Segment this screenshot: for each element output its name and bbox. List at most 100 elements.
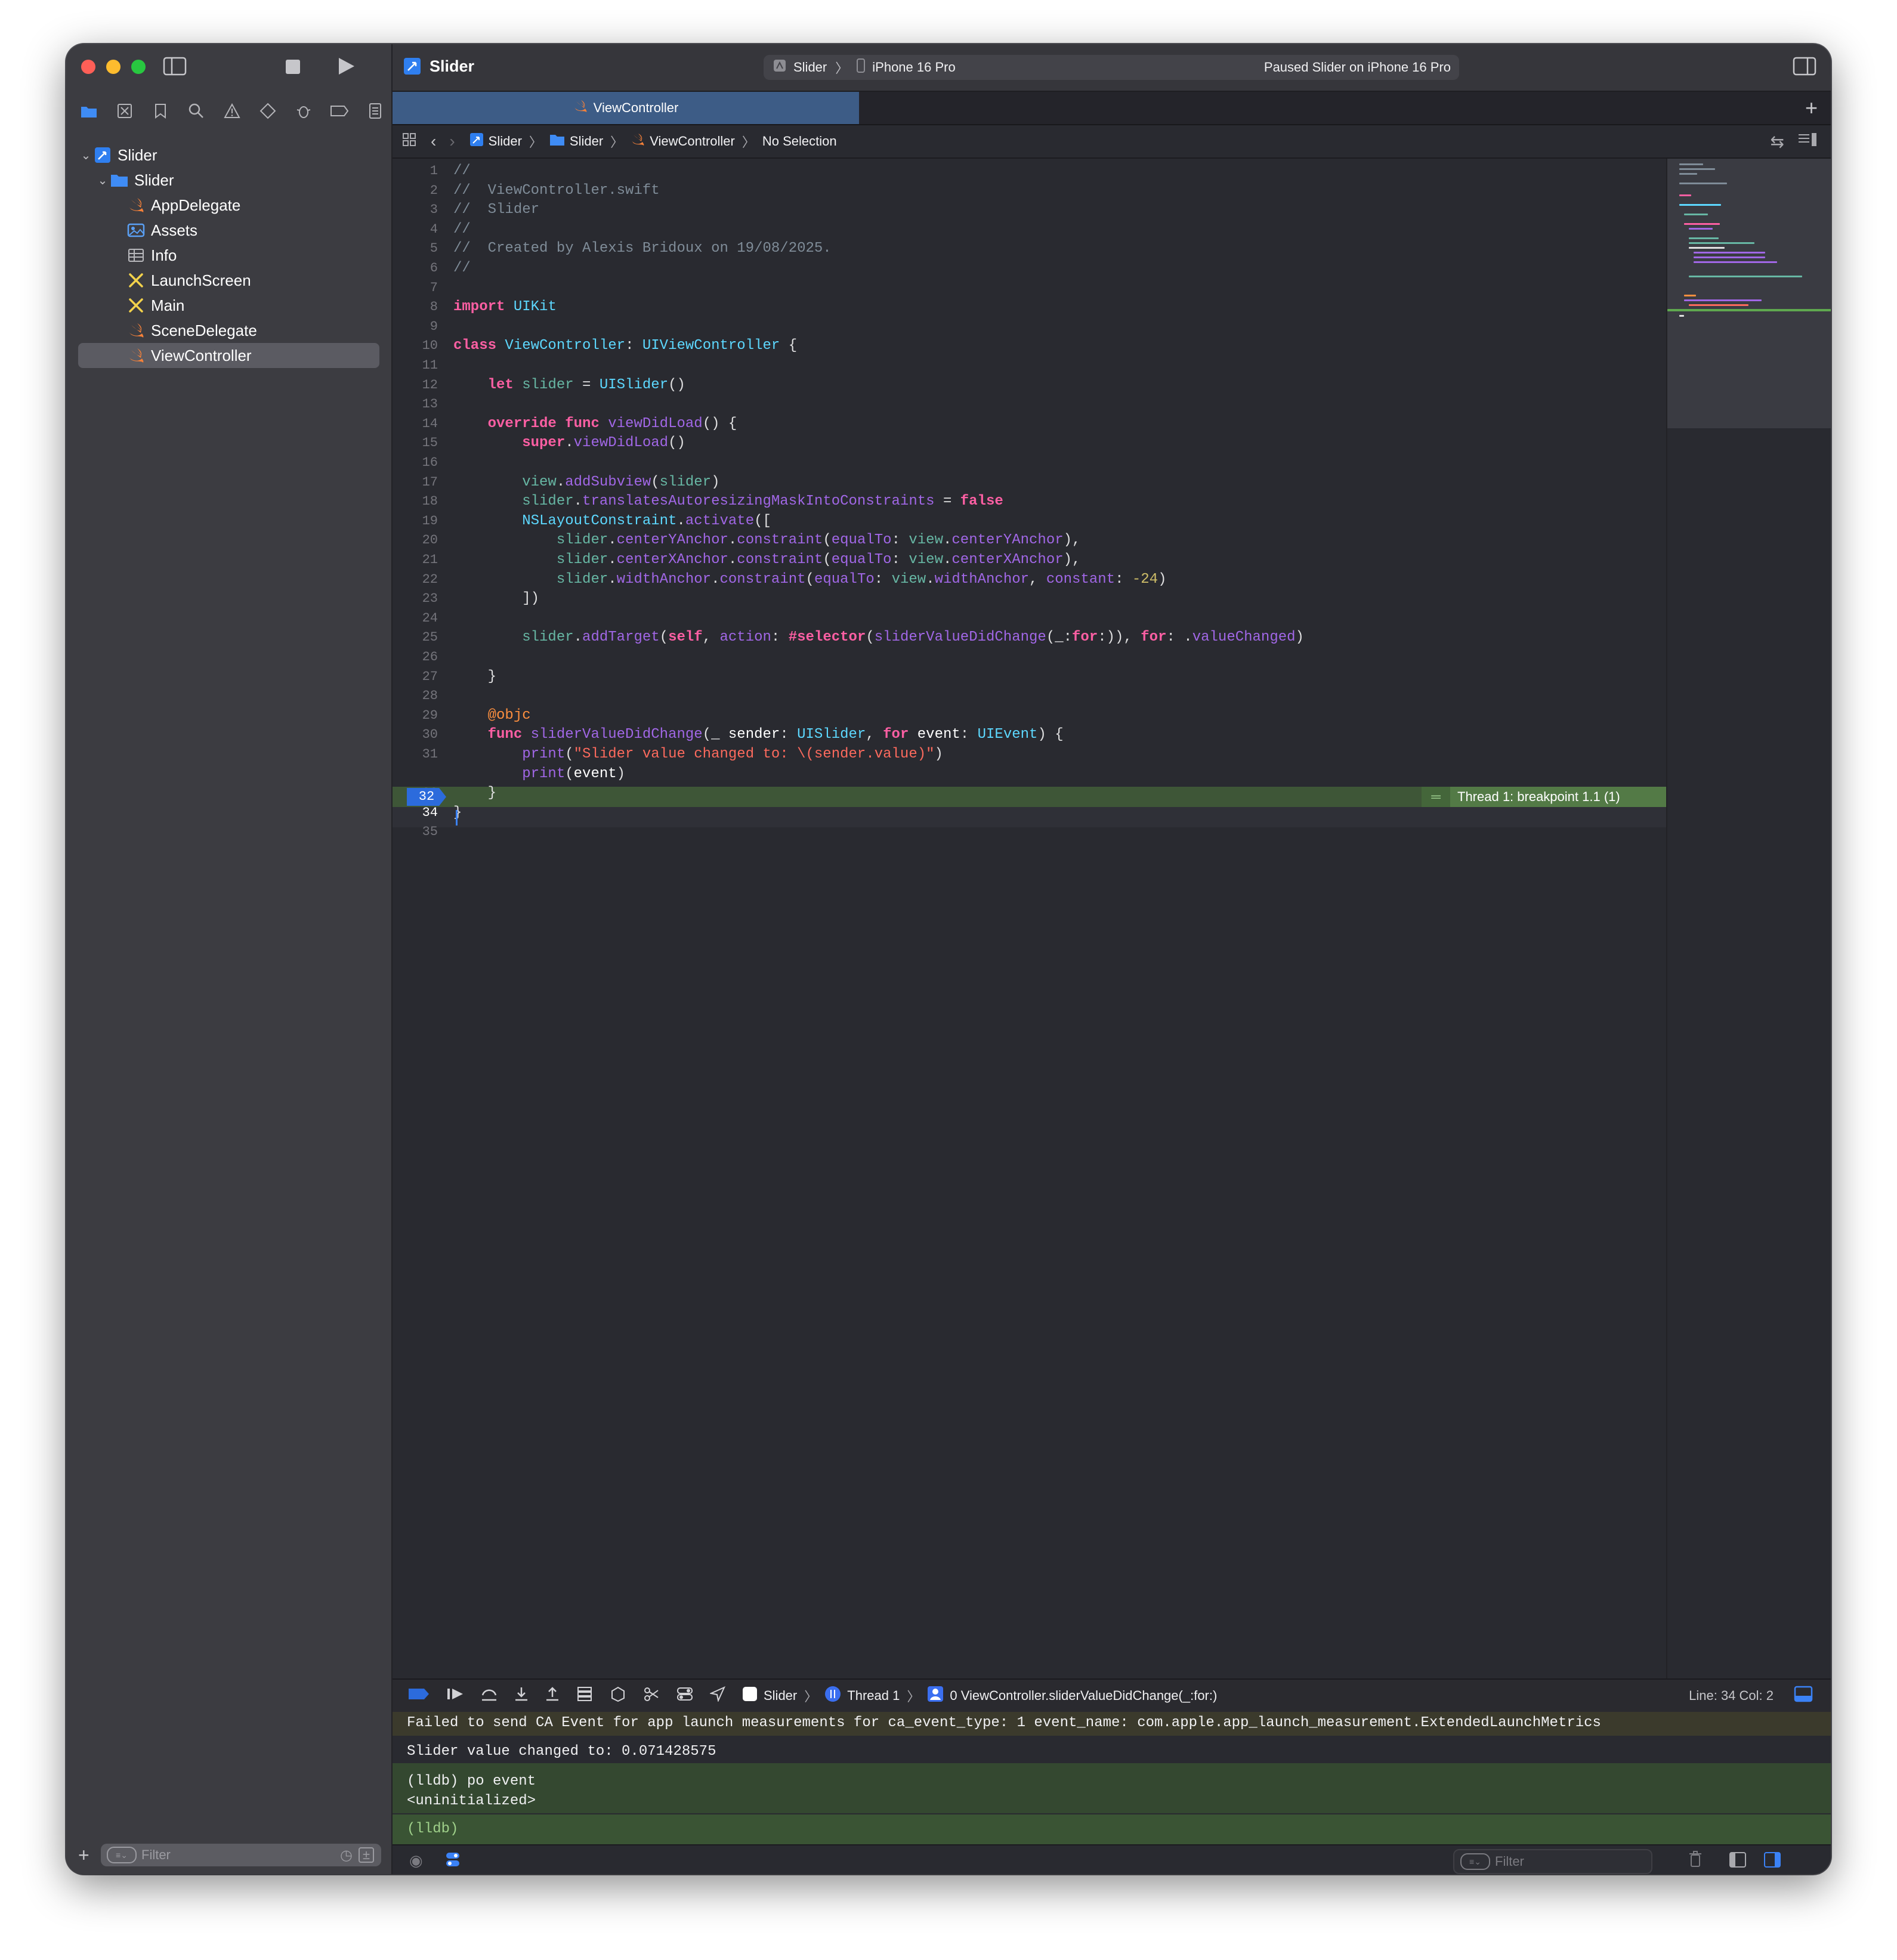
line-number[interactable]: 9 xyxy=(393,317,438,337)
location-arrow-icon[interactable] xyxy=(709,1686,726,1706)
code-line[interactable]: } xyxy=(453,667,496,687)
zoom-window-button[interactable] xyxy=(131,60,146,74)
variables-pane-toggle-icon[interactable] xyxy=(1729,1851,1747,1871)
filter-options-icon[interactable]: ≡⌄ xyxy=(1460,1853,1490,1870)
breakpoint-badge[interactable]: ═ Thread 1: breakpoint 1.1 (1) xyxy=(1422,787,1666,807)
line-number[interactable]: 18 xyxy=(393,491,438,512)
line-number[interactable]: 17 xyxy=(393,472,438,493)
line-number[interactable]: 31 xyxy=(393,744,438,765)
debug-target-label[interactable]: Slider xyxy=(764,1688,797,1704)
code-line[interactable]: // xyxy=(453,258,471,279)
code-line[interactable]: // Created by Alexis Bridoux on 19/08/20… xyxy=(453,239,832,259)
trash-icon[interactable] xyxy=(1688,1850,1703,1871)
stop-icon[interactable] xyxy=(285,58,301,78)
back-icon[interactable]: ‹ xyxy=(431,132,436,151)
line-number[interactable]: 14 xyxy=(393,414,438,434)
tree-item-launchscreen[interactable]: LaunchScreen xyxy=(78,268,379,293)
test-navigator-icon[interactable] xyxy=(256,99,280,123)
debug-frame-label[interactable]: 0 ViewController.sliderValueDidChange(_:… xyxy=(950,1688,1217,1704)
tree-item-viewcontroller[interactable]: ViewController xyxy=(78,343,379,368)
source-editor[interactable]: 1 2 3 4 5 6 7 8 9 10 11 12 13 14 15 16 17 18 19 20 21 22 23 24 2… xyxy=(393,159,1666,1678)
line-number[interactable]: 23 xyxy=(393,589,438,609)
chevron-down-icon[interactable]: ⌄ xyxy=(78,148,94,163)
tab-viewcontroller[interactable]: ViewController xyxy=(393,92,859,124)
line-number[interactable]: 13 xyxy=(393,394,438,415)
code-line[interactable]: // Slider xyxy=(453,200,539,220)
line-number[interactable]: 25 xyxy=(393,627,438,648)
code-line[interactable]: slider.translatesAutoresizingMaskIntoCon… xyxy=(453,491,1003,512)
code-line[interactable]: super.viewDidLoad() xyxy=(453,433,685,453)
code-line[interactable]: class ViewController: UIViewController { xyxy=(453,336,797,356)
recent-files-icon[interactable]: ◷ xyxy=(340,1847,353,1864)
navigator-filter-input[interactable]: ≡⌄ Filter ◷ ± xyxy=(101,1844,381,1866)
view-hierarchy-icon[interactable] xyxy=(576,1686,593,1706)
breadcrumb-symbol[interactable]: No Selection xyxy=(762,134,837,149)
scheme-target-label[interactable]: Slider xyxy=(793,60,827,75)
line-number[interactable]: 11 xyxy=(393,355,438,376)
breakpoint-navigator-icon[interactable] xyxy=(328,99,351,123)
debug-console[interactable]: Failed to send CA Event for app launch m… xyxy=(393,1712,1831,1844)
tree-item-info[interactable]: Info xyxy=(78,243,379,268)
line-number[interactable]: 30 xyxy=(393,725,438,745)
report-navigator-icon[interactable] xyxy=(363,99,387,123)
code-line[interactable]: // ViewController.swift xyxy=(453,181,660,201)
debug-thread-label[interactable]: Thread 1 xyxy=(847,1688,900,1704)
breadcrumb-group[interactable]: Slider xyxy=(570,134,603,149)
simulate-location-icon[interactable] xyxy=(676,1686,693,1706)
add-icon[interactable]: + xyxy=(78,1844,89,1866)
step-out-icon[interactable] xyxy=(545,1686,560,1706)
minimap[interactable] xyxy=(1666,159,1831,428)
continue-icon[interactable] xyxy=(446,1687,464,1705)
minimize-window-button[interactable] xyxy=(106,60,121,74)
find-navigator-icon[interactable] xyxy=(184,99,208,123)
compare-icon[interactable]: ⇆ xyxy=(1771,132,1784,152)
console-filter-input[interactable]: ≡⌄ Filter xyxy=(1453,1849,1652,1874)
step-into-icon[interactable] xyxy=(514,1686,529,1706)
line-number[interactable]: 29 xyxy=(393,706,438,726)
breakpoints-toggle-icon[interactable] xyxy=(408,1687,430,1704)
breadcrumb-project[interactable]: Slider xyxy=(489,134,522,149)
toggle-inspector-icon[interactable] xyxy=(1793,56,1816,79)
run-icon[interactable] xyxy=(336,56,356,79)
code-line[interactable]: let slider = UISlider() xyxy=(453,375,685,395)
code-line[interactable]: import UIKit xyxy=(453,297,557,317)
code-line[interactable]: } xyxy=(453,783,496,803)
code-line[interactable]: slider.centerXAnchor.constraint(equalTo:… xyxy=(453,550,1081,570)
tree-item-appdelegate[interactable]: AppDelegate xyxy=(78,193,379,218)
code-line[interactable]: print("Slider value changed to: \(sender… xyxy=(453,744,943,765)
project-navigator-icon[interactable] xyxy=(77,99,101,123)
close-window-button[interactable] xyxy=(81,60,95,74)
code-line[interactable]: slider.centerYAnchor.constraint(equalTo:… xyxy=(453,530,1081,551)
line-number[interactable]: 21 xyxy=(393,550,438,570)
code-line[interactable]: slider.widthAnchor.constraint(equalTo: v… xyxy=(453,570,1167,590)
toggle-debug-area-icon[interactable] xyxy=(1794,1686,1813,1706)
source-control-navigator-icon[interactable] xyxy=(113,99,137,123)
code-line[interactable]: ]) xyxy=(453,589,539,609)
variables-view-icon[interactable] xyxy=(445,1851,461,1871)
scheme-selector[interactable]: Slider 〉 iPhone 16 Pro Paused Slider on … xyxy=(764,55,1459,80)
code-line[interactable]: view.addSubview(slider) xyxy=(453,472,719,493)
code-line[interactable]: NSLayoutConstraint.activate([ xyxy=(453,511,771,531)
line-number[interactable]: 3 xyxy=(393,200,438,220)
line-number[interactable]: 20 xyxy=(393,530,438,551)
editor-options-icon[interactable] xyxy=(1797,132,1818,151)
filter-options-icon[interactable]: ≡⌄ xyxy=(107,1847,137,1863)
code-line[interactable]: override func viewDidLoad() { xyxy=(453,414,737,434)
issue-navigator-icon[interactable] xyxy=(220,99,244,123)
code-line[interactable]: print(event) xyxy=(453,764,625,784)
line-number[interactable]: 15 xyxy=(393,433,438,453)
line-number[interactable]: 24 xyxy=(393,608,438,629)
line-number[interactable]: 5 xyxy=(393,239,438,259)
line-number[interactable]: 10 xyxy=(393,336,438,356)
environment-overrides-icon[interactable] xyxy=(643,1686,660,1706)
code-line[interactable]: // xyxy=(453,161,471,181)
memory-graph-icon[interactable] xyxy=(610,1686,626,1706)
tree-item-main[interactable]: Main xyxy=(78,293,379,318)
source-control-filter-icon[interactable]: ± xyxy=(359,1847,374,1863)
forward-icon[interactable]: › xyxy=(449,132,455,151)
line-number[interactable]: 28 xyxy=(393,686,438,706)
eye-icon[interactable]: ◉ xyxy=(409,1851,423,1870)
line-number[interactable]: 7 xyxy=(393,278,438,298)
toggle-navigator-icon[interactable] xyxy=(163,56,187,76)
line-number[interactable]: 27 xyxy=(393,667,438,687)
